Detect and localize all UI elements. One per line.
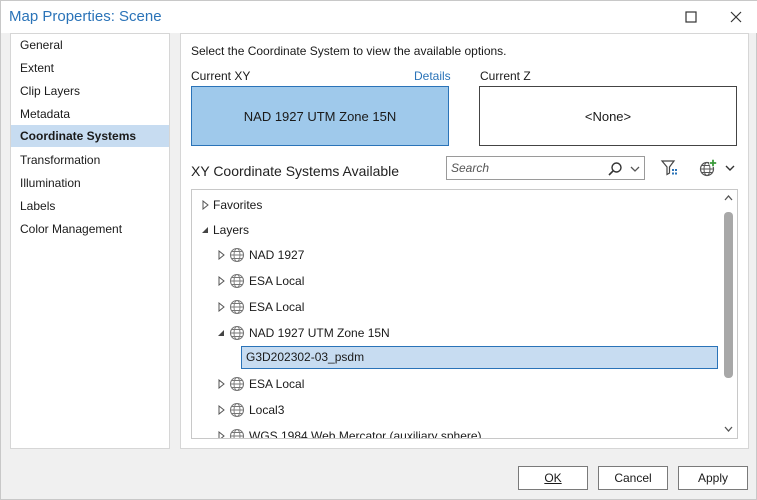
caret-right-icon[interactable] (216, 250, 226, 260)
tree-node-label: G3D202302-03_psdm (246, 350, 365, 364)
sidebar-item-general[interactable]: General (11, 34, 169, 56)
caret-right-icon[interactable] (216, 379, 226, 389)
chevron-down-icon[interactable] (628, 161, 642, 177)
close-button[interactable] (721, 5, 751, 29)
globe-icon (229, 402, 245, 418)
search-icon[interactable] (607, 161, 623, 177)
tree-node-selected-layer[interactable]: G3D202302-03_psdm (241, 346, 718, 369)
globe-icon (229, 247, 245, 263)
tree-node-esa-local[interactable]: ESA Local (216, 296, 616, 318)
caret-right-icon[interactable] (216, 302, 226, 312)
globe-icon (229, 376, 245, 392)
tree-node-label: ESA Local (249, 377, 305, 391)
sidebar-item-transformation[interactable]: Transformation (11, 149, 169, 171)
details-link[interactable]: Details (414, 69, 451, 83)
tree-node-label: ESA Local (249, 300, 305, 314)
current-xy-box[interactable]: NAD 1927 UTM Zone 15N (191, 86, 449, 146)
section-title: XY Coordinate Systems Available (191, 163, 400, 179)
search-box (446, 156, 645, 180)
search-input[interactable] (451, 159, 601, 177)
caret-right-icon[interactable] (216, 431, 226, 439)
sidebar: General Extent Clip Layers Metadata Coor… (10, 33, 170, 449)
tree-node-label: NAD 1927 (249, 248, 305, 262)
caret-down-icon[interactable] (216, 328, 226, 338)
tree-node-label: Favorites (213, 198, 263, 212)
globe-add-icon[interactable] (698, 158, 718, 178)
tree-node-esa-local[interactable]: ESA Local (216, 270, 616, 292)
ok-button[interactable]: OK (518, 466, 588, 490)
tree-node-layers[interactable]: Layers (200, 219, 500, 241)
sidebar-item-labels[interactable]: Labels (11, 195, 169, 217)
tree-node-favorites[interactable]: Favorites (200, 194, 500, 216)
chevron-down-icon[interactable] (723, 160, 737, 176)
tree-node-label: Layers (213, 223, 250, 237)
current-xy-label: Current XY (191, 69, 251, 83)
tree-node-label: WGS 1984 Web Mercator (auxiliary sphere) (249, 429, 482, 439)
globe-icon (229, 273, 245, 289)
caret-right-icon[interactable] (216, 405, 226, 415)
tree-node-nad-1927-utm-zone-15n[interactable]: NAD 1927 UTM Zone 15N (216, 322, 616, 344)
tree-node-nad-1927[interactable]: NAD 1927 (216, 244, 616, 266)
cancel-button[interactable]: Cancel (598, 466, 668, 490)
globe-icon (229, 428, 245, 438)
caret-right-icon[interactable] (216, 276, 226, 286)
current-xy-value: NAD 1927 UTM Zone 15N (243, 108, 397, 124)
apply-button[interactable]: Apply (678, 466, 748, 490)
sidebar-item-extent[interactable]: Extent (11, 57, 169, 79)
dialog-window: Map Properties: Scene General Extent Cli… (0, 0, 757, 500)
scroll-down-icon[interactable] (723, 424, 734, 434)
sidebar-item-metadata[interactable]: Metadata (11, 103, 169, 125)
tree-node-label: NAD 1927 UTM Zone 15N (249, 326, 390, 340)
tree-scrollbar[interactable] (720, 190, 737, 438)
title-bar: Map Properties: Scene (1, 1, 757, 33)
caret-down-icon[interactable] (200, 225, 210, 235)
caret-right-icon[interactable] (200, 200, 210, 210)
close-icon (730, 11, 742, 23)
filter-icon[interactable] (660, 158, 680, 178)
current-z-label: Current Z (480, 69, 531, 83)
tree-node-wgs-1984-web-mercator[interactable]: WGS 1984 Web Mercator (auxiliary sphere) (216, 425, 616, 439)
maximize-button[interactable] (676, 5, 706, 29)
globe-icon (229, 325, 245, 341)
scroll-up-icon[interactable] (723, 193, 734, 203)
tree-node-esa-local[interactable]: ESA Local (216, 373, 616, 395)
window-title: Map Properties: Scene (9, 8, 162, 25)
tree-node-local3[interactable]: Local3 (216, 399, 616, 421)
sidebar-item-illumination[interactable]: Illumination (11, 172, 169, 194)
scrollbar-thumb[interactable] (724, 212, 733, 378)
tree-node-label: Local3 (249, 403, 285, 417)
tree-node-label: ESA Local (249, 274, 305, 288)
maximize-icon (685, 11, 697, 23)
coordinate-system-tree: Favorites Layers NAD 1927 ESA Local ESA … (191, 189, 738, 439)
current-z-box[interactable]: <None> (479, 86, 737, 146)
sidebar-item-coordinate-systems[interactable]: Coordinate Systems (11, 125, 169, 147)
sidebar-item-color-management[interactable]: Color Management (11, 218, 169, 240)
current-z-value: <None> (584, 108, 632, 124)
sidebar-item-clip-layers[interactable]: Clip Layers (11, 80, 169, 102)
globe-icon (229, 299, 245, 315)
instruction-text: Select the Coordinate System to view the… (191, 44, 507, 58)
